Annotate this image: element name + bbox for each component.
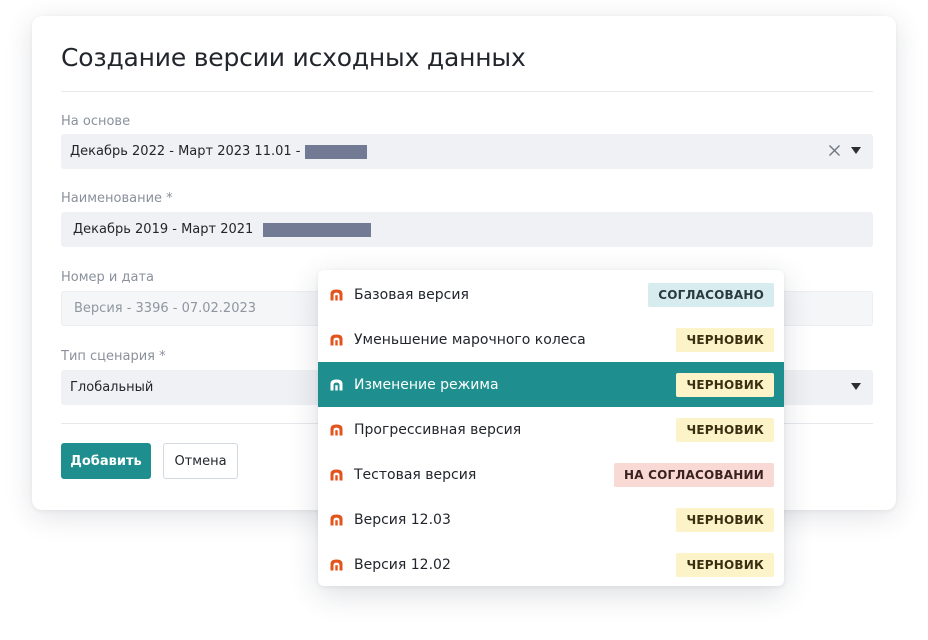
name-value: Декабрь 2019 - Март 2021: [73, 222, 254, 237]
status-badge: ЧЕРНОВИК: [676, 552, 774, 577]
version-dropdown: Базовая версия СОГЛАСОВАНО Уменьшение маро…: [318, 270, 784, 586]
cancel-button[interactable]: Отмена: [163, 443, 238, 479]
basis-label: На основе: [61, 114, 131, 129]
redacted-block: [305, 144, 368, 159]
dropdown-option[interactable]: Базовая версия СОГЛАСОВАНО: [318, 272, 784, 317]
name-input[interactable]: Декабрь 2019 - Март 2021: [61, 212, 873, 247]
redacted-block: [263, 222, 372, 237]
status-badge: НА СОГЛАСОВАНИИ: [614, 462, 774, 487]
name-label: Наименование *: [61, 191, 173, 206]
furnace-icon: [328, 332, 344, 348]
number-date-value: Версия - 3396 - 07.02.2023: [74, 301, 257, 316]
status-badge: СОГЛАСОВАНО: [648, 282, 774, 307]
dropdown-option[interactable]: Версия 12.03 ЧЕРНОВИК: [318, 497, 784, 542]
furnace-icon: [328, 467, 344, 483]
furnace-icon: [328, 377, 344, 393]
scenario-controls: [851, 370, 861, 405]
furnace-icon: [328, 512, 344, 528]
status-badge: ЧЕРНОВИК: [676, 507, 774, 532]
status-badge: ЧЕРНОВИК: [676, 417, 774, 442]
furnace-icon: [328, 287, 344, 303]
status-badge: ЧЕРНОВИК: [676, 372, 774, 397]
caret-down-icon[interactable]: [851, 382, 861, 393]
dropdown-option[interactable]: Уменьшение марочного колеса ЧЕРНОВИК: [318, 317, 784, 362]
dropdown-option[interactable]: Тестовая версия НА СОГЛАСОВАНИИ: [318, 452, 784, 497]
furnace-icon: [328, 557, 344, 573]
basis-value: Декабрь 2022 - Март 2023 11.01 -: [70, 144, 301, 159]
status-badge: ЧЕРНОВИК: [676, 327, 774, 352]
title-divider: [61, 91, 873, 92]
basis-controls: [828, 134, 861, 169]
basis-select[interactable]: Декабрь 2022 - Март 2023 11.01 -: [61, 134, 873, 169]
dropdown-option[interactable]: Изменение режима ЧЕРНОВИК: [318, 362, 784, 407]
dialog-title: Создание версии исходных данных: [61, 43, 526, 72]
caret-down-icon[interactable]: [851, 146, 861, 157]
furnace-icon: [328, 422, 344, 438]
dropdown-option[interactable]: Версия 12.02 ЧЕРНОВИК: [318, 542, 784, 586]
scenario-value: Глобальный: [70, 380, 154, 395]
add-button[interactable]: Добавить: [61, 443, 151, 479]
scenario-label: Тип сценария *: [61, 349, 166, 364]
dropdown-option[interactable]: Прогрессивная версия ЧЕРНОВИК: [318, 407, 784, 452]
close-icon[interactable]: [828, 144, 841, 160]
number-date-label: Номер и дата: [61, 270, 154, 285]
